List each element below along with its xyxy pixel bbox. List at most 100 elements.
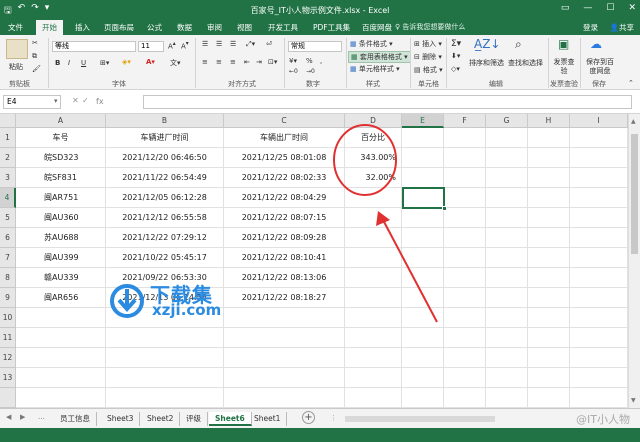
row-header-7[interactable]: 7 bbox=[0, 248, 16, 268]
name-box-dropdown-icon[interactable]: ▾ bbox=[54, 97, 58, 105]
column-header-i[interactable]: I bbox=[570, 114, 628, 128]
conditional-format-button[interactable]: ▦ 条件格式 ▾ bbox=[350, 39, 393, 49]
add-sheet-button[interactable]: + bbox=[302, 411, 315, 424]
column-header-g[interactable]: G bbox=[486, 114, 528, 128]
row-header-14[interactable] bbox=[0, 388, 16, 408]
sort-filter-icon[interactable]: A̲Z↓ bbox=[474, 37, 500, 51]
merge-center-icon[interactable]: ⊡▾ bbox=[268, 58, 277, 66]
scroll-sheets-right-icon[interactable]: ▶ bbox=[20, 413, 25, 421]
table-cell[interactable]: 2021/12/25 08:01:08 bbox=[224, 148, 345, 168]
close-button[interactable]: ✕ bbox=[628, 3, 636, 13]
row-header-4[interactable]: 4 bbox=[0, 188, 16, 208]
worksheet-grid[interactable]: 车号 车辆进厂时间 车辆出厂时间 百分比 皖SD323 2021/12/20 0… bbox=[16, 128, 628, 408]
table-cell[interactable]: 2021/12/22 08:04:29 bbox=[224, 188, 345, 208]
sheet-tab-sheet3[interactable]: Sheet3 bbox=[101, 412, 141, 426]
more-sheets-left-icon[interactable]: … bbox=[38, 413, 45, 421]
align-bottom-icon[interactable]: ☰ bbox=[230, 40, 236, 48]
table-cell[interactable]: 2021/11/22 06:54:49 bbox=[106, 168, 224, 188]
number-format-combo[interactable]: 常规 bbox=[288, 41, 342, 52]
fill-handle[interactable] bbox=[442, 206, 447, 211]
sheet-tab-staff-info[interactable]: 员工信息 bbox=[54, 412, 97, 426]
table-cell[interactable]: 2021/10/22 05:45:17 bbox=[106, 248, 224, 268]
save-to-baidu-button[interactable]: 保存到百度网盘 bbox=[584, 58, 616, 76]
tab-page-layout[interactable]: 页面布局 bbox=[104, 22, 134, 33]
paste-icon[interactable] bbox=[6, 39, 28, 59]
maximize-button[interactable]: ☐ bbox=[606, 3, 614, 13]
cut-icon[interactable]: ✂ bbox=[32, 39, 38, 47]
currency-icon[interactable]: ¥▾ bbox=[289, 57, 297, 65]
column-header-b[interactable]: B bbox=[106, 114, 224, 128]
active-cell-cursor[interactable] bbox=[402, 187, 445, 209]
tab-formulas[interactable]: 公式 bbox=[147, 22, 162, 33]
column-header-c[interactable]: C bbox=[224, 114, 345, 128]
header-cell-entry-time[interactable]: 车辆进厂时间 bbox=[106, 128, 224, 148]
border-icon[interactable]: ⊞▾ bbox=[100, 59, 109, 67]
column-header-f[interactable]: F bbox=[444, 114, 486, 128]
row-header-8[interactable]: 8 bbox=[0, 268, 16, 288]
confirm-entry-icon[interactable]: ✓ bbox=[82, 96, 89, 105]
align-middle-icon[interactable]: ☰ bbox=[216, 40, 222, 48]
insert-cells-button[interactable]: ⊞ 插入 ▾ bbox=[414, 39, 442, 49]
tab-review[interactable]: 审阅 bbox=[207, 22, 222, 33]
table-cell[interactable]: 2021/12/12 06:55:58 bbox=[106, 208, 224, 228]
share-button[interactable]: 👤共享 bbox=[610, 22, 634, 33]
autosum-icon[interactable]: Σ▾ bbox=[451, 39, 461, 49]
sheet-tab-sheet6[interactable]: Sheet6 bbox=[209, 412, 252, 426]
row-header-6[interactable]: 6 bbox=[0, 228, 16, 248]
scroll-down-icon[interactable]: ▼ bbox=[631, 397, 636, 404]
scrollbar-thumb[interactable] bbox=[631, 134, 638, 254]
scroll-sheets-left-icon[interactable]: ◀ bbox=[6, 413, 11, 421]
find-select-icon[interactable]: ⌕ bbox=[515, 37, 522, 52]
grow-font-icon[interactable]: A▴ bbox=[168, 41, 176, 50]
format-painter-icon[interactable]: 🖌 bbox=[32, 65, 41, 73]
invoice-check-button[interactable]: 发票查验 bbox=[553, 58, 575, 76]
table-cell[interactable]: 2021/12/22 08:10:41 bbox=[224, 248, 345, 268]
wrap-text-icon[interactable]: ⏎ bbox=[266, 40, 272, 48]
header-cell-percent[interactable]: 百分比 bbox=[345, 128, 402, 148]
row-header-2[interactable]: 2 bbox=[0, 148, 16, 168]
align-right-icon[interactable]: ≡ bbox=[230, 58, 236, 66]
column-header-a[interactable]: A bbox=[16, 114, 106, 128]
row-header-5[interactable]: 5 bbox=[0, 208, 16, 228]
minimize-button[interactable]: — bbox=[583, 3, 592, 13]
table-cell[interactable]: 赣AU339 bbox=[16, 268, 106, 288]
table-cell[interactable]: 343.00% bbox=[345, 148, 402, 168]
clear-icon[interactable]: ◇▾ bbox=[451, 65, 460, 73]
shrink-font-icon[interactable]: A▾ bbox=[181, 41, 189, 50]
sheet-tab-sheet2[interactable]: Sheet2 bbox=[141, 412, 181, 426]
name-box[interactable]: E4 bbox=[3, 95, 61, 109]
insert-function-icon[interactable]: fx bbox=[96, 97, 104, 106]
phonetic-icon[interactable]: 文▾ bbox=[170, 58, 181, 68]
table-cell[interactable]: 闽AR751 bbox=[16, 188, 106, 208]
vertical-scrollbar[interactable]: ▲ ▼ bbox=[628, 114, 640, 408]
formula-input[interactable] bbox=[143, 95, 632, 109]
paste-button[interactable]: 粘贴 bbox=[9, 62, 23, 72]
font-name-combo[interactable]: 等线 bbox=[52, 41, 136, 52]
sheet-tab-rating[interactable]: 评级 bbox=[180, 412, 208, 426]
copy-icon[interactable]: ⧉ bbox=[32, 52, 37, 61]
tab-developer[interactable]: 开发工具 bbox=[268, 22, 298, 33]
table-cell[interactable]: 皖SD323 bbox=[16, 148, 106, 168]
percent-button[interactable]: % bbox=[306, 57, 313, 65]
tab-split-handle-icon[interactable]: ⋮ bbox=[330, 414, 337, 422]
table-cell[interactable]: 皖SF831 bbox=[16, 168, 106, 188]
table-cell[interactable]: 2021/12/22 08:09:28 bbox=[224, 228, 345, 248]
cell-styles-button[interactable]: ▦ 单元格样式 ▾ bbox=[350, 64, 400, 74]
row-header-12[interactable]: 12 bbox=[0, 348, 16, 368]
table-cell[interactable]: 2021/12/05 06:12:28 bbox=[106, 188, 224, 208]
comma-button[interactable]: , bbox=[320, 57, 322, 65]
row-header-9[interactable]: 9 bbox=[0, 288, 16, 308]
scroll-up-icon[interactable]: ▲ bbox=[631, 118, 636, 125]
collapse-ribbon-icon[interactable]: ⌃ bbox=[628, 79, 634, 87]
sort-filter-button[interactable]: 排序和筛选 bbox=[469, 58, 504, 68]
column-header-d[interactable]: D bbox=[345, 114, 402, 128]
italic-button[interactable]: I bbox=[68, 59, 70, 67]
format-cells-button[interactable]: ▤ 格式 ▾ bbox=[414, 65, 443, 75]
row-header-1[interactable]: 1 bbox=[0, 128, 16, 148]
header-cell-plate[interactable]: 车号 bbox=[16, 128, 106, 148]
orientation-icon[interactable]: ⤢▾ bbox=[246, 40, 255, 49]
column-header-e[interactable]: E bbox=[402, 114, 444, 128]
horizontal-scrollbar[interactable] bbox=[345, 416, 495, 422]
row-header-11[interactable]: 11 bbox=[0, 328, 16, 348]
format-as-table-button[interactable]: ▦ 套用表格格式 ▾ bbox=[348, 51, 411, 63]
